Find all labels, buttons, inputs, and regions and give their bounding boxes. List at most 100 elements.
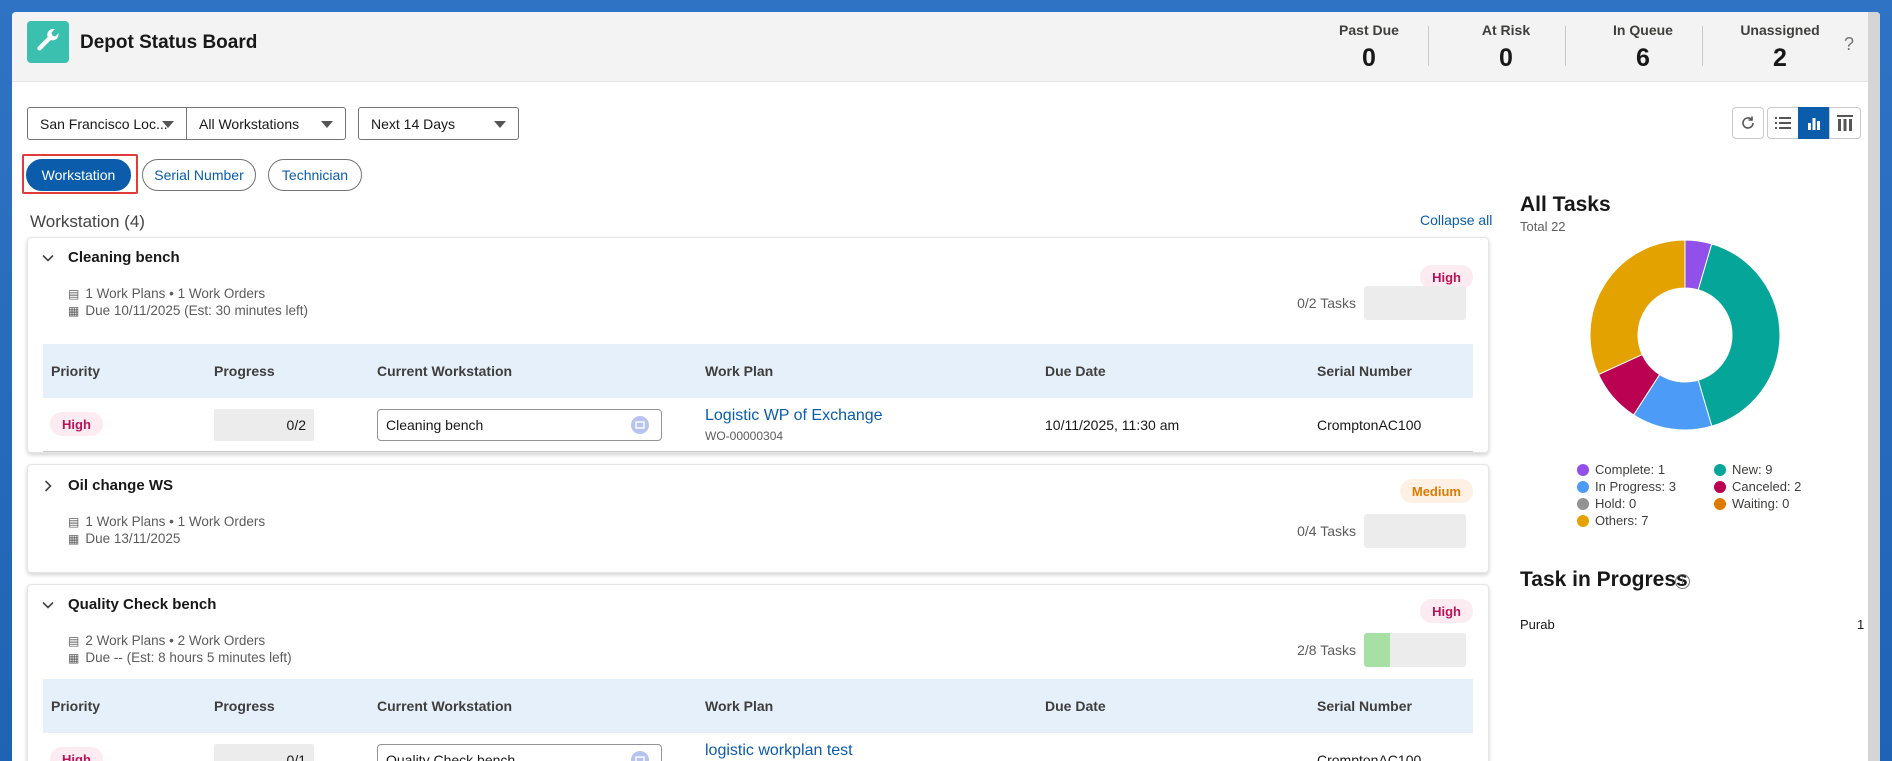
workstation-icon [631, 751, 649, 761]
collapse-all-link[interactable]: Collapse all [1420, 212, 1492, 228]
legend-dot [1577, 480, 1589, 493]
divider [1702, 26, 1703, 66]
chevron-down-icon [321, 121, 333, 128]
serial-number: CromptonAC100 [1317, 417, 1422, 433]
location-select[interactable]: San Francisco Loc... [27, 107, 187, 140]
column-header: Serial Number [1317, 698, 1412, 714]
legend-label: Waiting: 0 [1732, 496, 1790, 511]
scrollbar[interactable] [1868, 12, 1880, 761]
wrench-icon [27, 21, 69, 63]
kpi-in-queue: In Queue 6 [1574, 22, 1712, 73]
workstation-field[interactable]: Cleaning bench [377, 409, 662, 441]
progress-value: 0/2 [214, 409, 314, 441]
table-header: Priority Progress Current Workstation Wo… [43, 344, 1473, 398]
chart-view-button[interactable] [1798, 107, 1830, 139]
tasks-count: 0/2 Tasks [1297, 295, 1356, 311]
kpi-value: 6 [1636, 44, 1650, 72]
legend-dot [1577, 497, 1589, 510]
chevron-down-icon [494, 121, 506, 128]
priority-badge: High [50, 412, 103, 436]
chevron-right-icon[interactable] [42, 479, 54, 495]
document-icon: ▤ [68, 286, 80, 301]
calendar-icon: ▦ [68, 531, 80, 546]
header: Depot Status Board Past Due 0 At Risk 0 … [12, 12, 1880, 82]
column-header: Serial Number [1317, 363, 1412, 379]
kpi-label: Unassigned [1740, 22, 1820, 38]
legend-label: Others: 7 [1595, 513, 1649, 528]
tab-technician[interactable]: Technician [268, 159, 362, 191]
column-header: Priority [51, 363, 101, 379]
legend-item: Canceled: 2 [1714, 479, 1801, 494]
column-header: Priority [51, 698, 101, 714]
priority-badge: Medium [1399, 479, 1473, 503]
workstation-icon [631, 416, 649, 434]
kpi-label: At Risk [1481, 22, 1531, 38]
all-tasks-title: All Tasks [1520, 193, 1611, 216]
column-header: Work Plan [705, 698, 774, 714]
card-meta: ▦ Due 10/11/2025 (Est: 30 minutes left) [68, 303, 308, 318]
column-header: Due Date [1045, 363, 1106, 379]
divider [1565, 26, 1566, 66]
kpi-label: Past Due [1339, 22, 1399, 38]
tasks-count: 0/4 Tasks [1297, 523, 1356, 539]
date-range-select[interactable]: Next 14 Days [358, 107, 519, 140]
kpi-value: 2 [1773, 44, 1787, 72]
tasks-count: 2/8 Tasks [1297, 642, 1356, 658]
priority-badge: High [50, 747, 103, 761]
legend-label: In Progress: 3 [1595, 479, 1676, 494]
card-meta: ▦ Due 13/11/2025 [68, 531, 180, 546]
card-meta-due: Due 10/11/2025 (Est: 30 minutes left) [85, 303, 308, 318]
document-icon: ▤ [68, 514, 80, 529]
kanban-icon [1837, 115, 1853, 131]
help-icon[interactable]: ? [1844, 34, 1854, 55]
document-icon: ▤ [68, 633, 80, 648]
legend-dot [1577, 463, 1589, 476]
priority-badge: High [1420, 599, 1473, 623]
list-icon [1775, 117, 1791, 129]
chevron-down-icon[interactable] [42, 251, 54, 267]
kpi-past-due: Past Due 0 [1300, 22, 1438, 73]
tasks-progress-bar [1364, 514, 1466, 548]
legend-item: Others: 7 [1577, 513, 1648, 528]
calendar-icon: ▦ [68, 303, 80, 318]
chevron-down-icon[interactable] [42, 598, 54, 614]
legend-item: Waiting: 0 [1714, 496, 1789, 511]
chevron-down-icon [162, 121, 174, 128]
legend-label: Canceled: 2 [1732, 479, 1802, 494]
highlight-box [22, 154, 138, 194]
legend-dot [1714, 463, 1726, 476]
card-title[interactable]: Quality Check bench [68, 596, 216, 613]
table-header: Priority Progress Current Workstation Wo… [43, 679, 1473, 733]
donut-slice-others[interactable] [1589, 239, 1686, 376]
legend-dot [1714, 497, 1726, 510]
kpi-value: 0 [1362, 44, 1376, 72]
card-title[interactable]: Cleaning bench [68, 249, 180, 266]
workstation-field[interactable]: Quality Check bench [377, 744, 662, 761]
app-container: Depot Status Board Past Due 0 At Risk 0 … [12, 12, 1880, 761]
kpi-at-risk: At Risk 0 [1437, 22, 1575, 73]
card-meta: ▦ Due -- (Est: 8 hours 5 minutes left) [68, 650, 292, 665]
column-header: Due Date [1045, 698, 1106, 714]
legend-label: Hold: 0 [1595, 496, 1637, 511]
date-range-select-value: Next 14 Days [371, 115, 456, 132]
donut-slice-new[interactable] [1697, 243, 1781, 427]
board-view-button[interactable] [1829, 107, 1861, 139]
column-header: Progress [214, 363, 275, 379]
tasks-progress-fill [1364, 633, 1390, 667]
all-tasks-total: Total 22 [1520, 219, 1566, 234]
legend-dot [1714, 480, 1726, 493]
legend-item: Hold: 0 [1577, 496, 1636, 511]
work-plan-link[interactable]: logistic workplan test [705, 742, 853, 760]
card-meta-counts: 1 Work Plans • 1 Work Orders [85, 514, 266, 529]
card-meta-due: Due -- (Est: 8 hours 5 minutes left) [85, 650, 292, 665]
card-title[interactable]: Oil change WS [68, 477, 173, 494]
tab-serial-number[interactable]: Serial Number [142, 159, 256, 191]
workstation-card: Cleaning bench High ▤ 1 Work Plans • 1 W… [27, 237, 1489, 453]
info-icon[interactable]: i [1675, 574, 1690, 589]
list-view-button[interactable] [1767, 107, 1799, 139]
refresh-button[interactable] [1732, 107, 1764, 139]
task-in-progress-title: Task in Progress [1520, 568, 1688, 591]
workstation-select[interactable]: All Workstations [186, 107, 346, 140]
bar-chart-icon [1808, 118, 1820, 130]
work-plan-link[interactable]: Logistic WP of Exchange [705, 407, 883, 425]
